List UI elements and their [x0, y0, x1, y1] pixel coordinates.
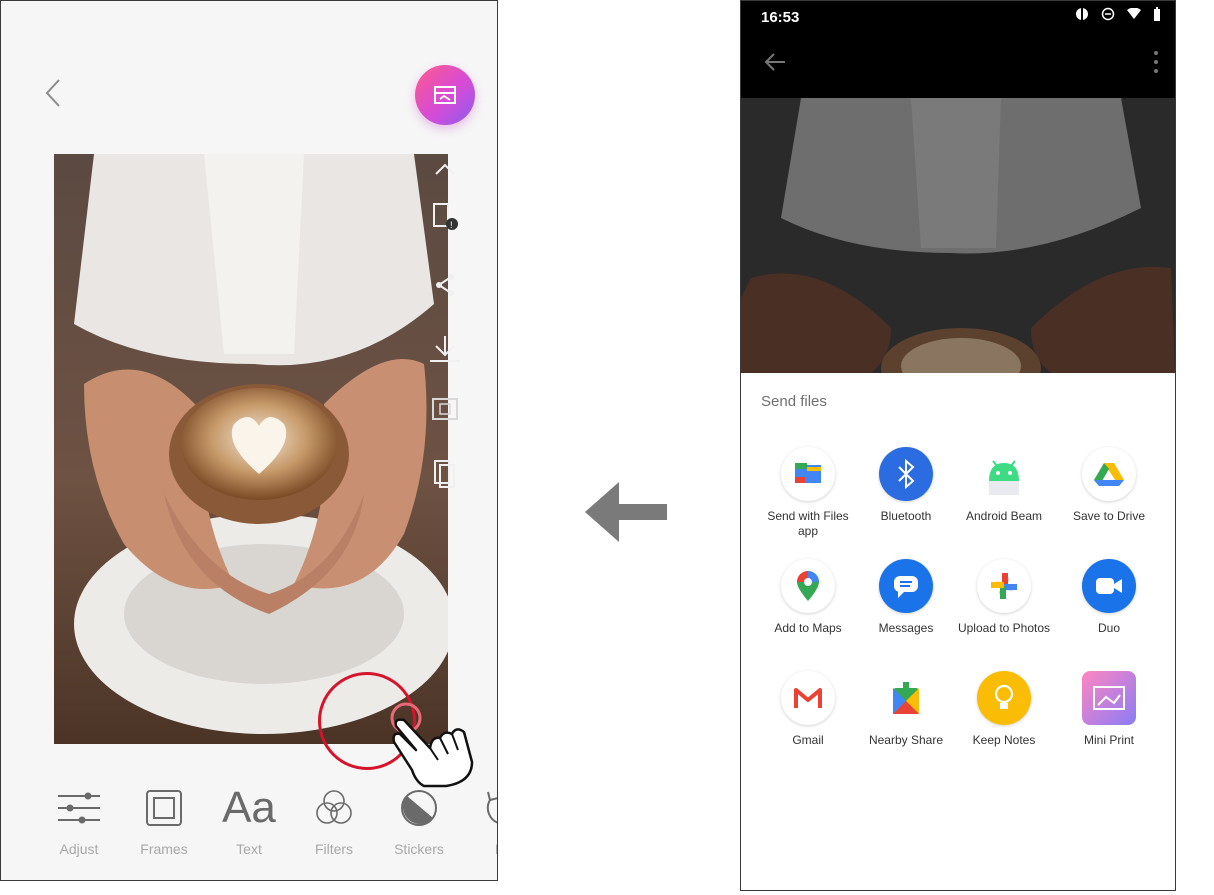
share-sheet: Send files Send with Files app Bluetooth…	[741, 373, 1175, 890]
battery-icon	[1154, 7, 1160, 21]
sticker-icon	[401, 790, 437, 826]
android-beam-icon	[989, 460, 1019, 495]
app-files[interactable]: Send with Files app	[758, 447, 858, 539]
sliders-icon	[58, 792, 100, 824]
tab-stickers-label: Stickers	[394, 841, 444, 857]
do-not-disturb-icon	[1101, 7, 1115, 21]
collapse-icon[interactable]	[425, 149, 465, 189]
app-messages[interactable]: Messages	[856, 559, 956, 636]
messages-icon	[894, 576, 918, 598]
app-android-beam-label: Android Beam	[965, 509, 1043, 523]
bluetooth-icon	[898, 459, 915, 489]
app-mini-print[interactable]: Mini Print	[1059, 671, 1159, 748]
app-mini-print-label: Mini Print	[1083, 733, 1134, 747]
files-app-icon	[795, 463, 821, 483]
status-icons	[1075, 7, 1161, 21]
app-drive-label: Save to Drive	[1072, 509, 1146, 523]
tab-frames[interactable]: Frames	[124, 781, 204, 857]
app-duo[interactable]: Duo	[1059, 559, 1159, 636]
nearby-share-icon	[893, 682, 919, 714]
keep-notes-icon	[994, 684, 1014, 709]
tab-rotate-label: Re	[464, 841, 497, 857]
print-button[interactable]	[415, 65, 475, 125]
app-nearby-share-label: Nearby Share	[868, 733, 944, 747]
frame-icon	[146, 790, 182, 826]
overflow-menu-icon[interactable]	[1151, 49, 1161, 75]
wifi-icon	[1127, 8, 1141, 19]
text-aa-icon: Aa	[222, 783, 276, 832]
drive-icon	[1094, 463, 1124, 486]
tab-rotate[interactable]: Re	[464, 781, 497, 857]
photos-icon	[991, 573, 1017, 599]
share-icon[interactable]	[425, 265, 465, 305]
download-icon[interactable]	[425, 329, 465, 369]
app-android-beam[interactable]: Android Beam	[954, 447, 1054, 524]
status-bar: 16:53	[741, 1, 1175, 98]
app-gmail-label: Gmail	[792, 733, 824, 747]
tab-frames-label: Frames	[140, 841, 188, 857]
app-bluetooth-label: Bluetooth	[880, 509, 932, 523]
app-keep-notes-label: Keep Notes	[972, 733, 1036, 747]
app-drive[interactable]: Save to Drive	[1059, 447, 1159, 524]
print-queue-icon[interactable]: !	[425, 195, 465, 235]
mini-print-icon	[1093, 686, 1125, 710]
copy-icon[interactable]	[425, 455, 465, 495]
edit-toolbar: Adjust Frames Aa Text Filters Stickers	[1, 781, 497, 880]
app-bluetooth[interactable]: Bluetooth	[856, 447, 956, 524]
app-keep-notes[interactable]: Keep Notes	[954, 671, 1054, 748]
app-photos[interactable]: Upload to Photos	[954, 559, 1054, 636]
app-files-label: Send with Files app	[767, 509, 849, 538]
app-maps[interactable]: Add to Maps	[758, 559, 858, 636]
filters-icon	[316, 790, 352, 824]
tab-adjust[interactable]: Adjust	[39, 781, 119, 857]
app-maps-label: Add to Maps	[774, 621, 842, 635]
maps-icon	[797, 571, 819, 601]
app-gmail[interactable]: Gmail	[758, 671, 858, 748]
print-preview-icon[interactable]	[425, 389, 465, 429]
left-arrow-icon	[585, 482, 667, 542]
printer-icon	[434, 86, 456, 104]
tab-stickers[interactable]: Stickers	[379, 781, 459, 857]
app-messages-label: Messages	[878, 621, 934, 635]
data-saver-icon	[1076, 8, 1088, 20]
duo-icon	[1096, 578, 1122, 594]
edited-photo	[54, 154, 448, 744]
status-time: 16:53	[761, 9, 800, 26]
back-arrow-icon[interactable]	[763, 51, 787, 73]
gmail-icon	[794, 688, 822, 708]
sheet-title: Send files	[761, 393, 827, 410]
app-nearby-share[interactable]: Nearby Share	[856, 671, 956, 748]
tab-filters-label: Filters	[314, 841, 354, 857]
tab-filters[interactable]: Filters	[294, 781, 374, 857]
tab-adjust-label: Adjust	[59, 841, 99, 857]
pointing-hand-icon	[390, 702, 474, 788]
svg-text:!: !	[450, 220, 453, 230]
right-phone-screen: 16:53 Send files Send with Files app Blu…	[740, 0, 1176, 891]
tab-text[interactable]: Aa Text	[209, 781, 289, 857]
rotate-icon	[486, 791, 497, 824]
back-chevron-icon[interactable]	[39, 76, 69, 110]
shared-photo-preview	[741, 98, 1175, 373]
app-duo-label: Duo	[1097, 621, 1120, 635]
app-photos-label: Upload to Photos	[957, 621, 1051, 635]
tab-text-label: Text	[236, 841, 262, 857]
